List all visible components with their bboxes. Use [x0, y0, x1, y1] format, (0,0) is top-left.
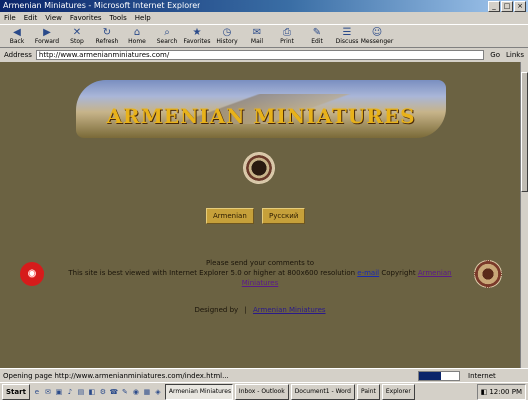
- quick-launch-app8-icon[interactable]: ☎: [109, 386, 119, 398]
- favorites-icon: ★: [192, 27, 202, 38]
- tray-icon[interactable]: ◧: [481, 388, 488, 396]
- discuss-icon: ☰: [342, 27, 352, 38]
- progress-fill: [419, 371, 441, 380]
- title-bar: Armenian Miniatures - Microsoft Internet…: [0, 0, 528, 12]
- banner-title: ARMENIAN MINIATURES: [106, 104, 416, 128]
- medallion-icon[interactable]: [243, 152, 275, 184]
- stop-button[interactable]: ✕ Stop: [64, 26, 90, 46]
- menu-file[interactable]: File: [4, 12, 16, 24]
- search-button[interactable]: ⌕ Search: [154, 26, 180, 46]
- menu-favorites[interactable]: Favorites: [70, 12, 102, 24]
- taskbar-item-browser[interactable]: Armenian Miniatures: [164, 383, 233, 400]
- messenger-button[interactable]: ☺ Messenger: [361, 26, 394, 46]
- system-tray: ◧ 12:00 PM: [476, 383, 526, 400]
- address-input[interactable]: [35, 50, 485, 60]
- taskbar-item-word[interactable]: Document1 - Word: [290, 383, 355, 400]
- stop-icon: ✕: [72, 27, 82, 38]
- taskbar: Start e ✉ ▣ ♪ ▤ ◧ ⚙ ☎ ✎ ◉ ▦ ◈ Armenian M…: [0, 382, 528, 400]
- search-icon: ⌕: [164, 27, 170, 38]
- links-button[interactable]: Links: [506, 51, 524, 59]
- counter-badge-icon[interactable]: ◉: [20, 262, 44, 286]
- back-button[interactable]: ◀ Back: [4, 26, 30, 46]
- close-button[interactable]: ×: [514, 0, 526, 12]
- window-controls: _ □ ×: [488, 0, 528, 12]
- page-viewport: ARMENIAN MINIATURES Armenian Русский ◉ P…: [0, 62, 520, 368]
- footer-left: Designed by: [194, 306, 239, 314]
- refresh-icon: ↻: [102, 27, 112, 38]
- status-text: Opening page http://www.armenianminiatur…: [3, 371, 229, 380]
- menu-tools[interactable]: Tools: [110, 12, 127, 24]
- edit-button[interactable]: ✎ Edit: [304, 26, 330, 46]
- minimize-button[interactable]: _: [488, 0, 500, 12]
- menu-help[interactable]: Help: [135, 12, 151, 24]
- print-button[interactable]: ⎙ Print: [274, 26, 300, 46]
- taskbar-item-explorer[interactable]: Explorer: [381, 383, 415, 400]
- toolbar: ◀ Back ▶ Forward ✕ Stop ↻ Refresh ⌂ Home ⌕ Sea…: [0, 24, 528, 48]
- info-line-1: Please send your comments to: [205, 259, 315, 267]
- quick-launch: e ✉ ▣ ♪ ▤ ◧ ⚙ ☎ ✎ ◉ ▦ ◈: [32, 386, 163, 398]
- history-icon: ◷: [222, 27, 232, 38]
- site-banner: ARMENIAN MINIATURES: [76, 80, 446, 138]
- refresh-button[interactable]: ↻ Refresh: [94, 26, 120, 46]
- address-bar: Address Go Links: [0, 48, 528, 62]
- edit-icon: ✎: [312, 27, 322, 38]
- clock: 12:00 PM: [489, 387, 522, 396]
- browser-window: Armenian Miniatures - Microsoft Internet…: [0, 0, 528, 400]
- nav-button-russian[interactable]: Русский: [262, 208, 306, 224]
- scrollbar-thumb[interactable]: [521, 72, 528, 192]
- nav-button-armenian[interactable]: Armenian: [206, 208, 254, 224]
- discuss-button[interactable]: ☰ Discuss: [334, 26, 360, 46]
- quick-launch-mail-icon[interactable]: ✉: [43, 386, 53, 398]
- emblem-icon[interactable]: [474, 260, 502, 288]
- window-title: Armenian Miniatures - Microsoft Internet…: [3, 1, 201, 10]
- footer-right-link[interactable]: Armenian Miniatures: [253, 306, 326, 314]
- mail-button[interactable]: ✉ Mail: [244, 26, 270, 46]
- print-icon: ⎙: [283, 27, 291, 38]
- quick-launch-desktop-icon[interactable]: ▣: [54, 386, 64, 398]
- menu-bar: File Edit View Favorites Tools Help: [0, 12, 528, 24]
- vertical-scrollbar[interactable]: [520, 62, 528, 368]
- forward-button[interactable]: ▶ Forward: [34, 26, 60, 46]
- taskbar-item-outlook[interactable]: Inbox - Outlook: [234, 383, 289, 400]
- address-label: Address: [4, 51, 32, 59]
- forward-arrow-icon: ▶: [43, 27, 51, 38]
- favorites-button[interactable]: ★ Favorites: [183, 26, 210, 46]
- menu-view[interactable]: View: [45, 12, 62, 24]
- back-arrow-icon: ◀: [13, 27, 21, 38]
- start-button[interactable]: Start: [2, 383, 30, 400]
- quick-launch-app6-icon[interactable]: ◧: [87, 386, 97, 398]
- email-link[interactable]: e-mail: [357, 269, 379, 277]
- home-icon: ⌂: [133, 27, 141, 38]
- info-block: Please send your comments to This site i…: [60, 258, 460, 288]
- security-zone: Internet: [468, 371, 496, 380]
- progress-bar: [418, 370, 460, 381]
- quick-launch-app10-icon[interactable]: ◉: [131, 386, 141, 398]
- quick-launch-app5-icon[interactable]: ▤: [76, 386, 86, 398]
- quick-launch-app11-icon[interactable]: ▦: [142, 386, 152, 398]
- history-button[interactable]: ◷ History: [214, 26, 240, 46]
- quick-launch-app7-icon[interactable]: ⚙: [98, 386, 108, 398]
- menu-edit[interactable]: Edit: [24, 12, 38, 24]
- status-bar: Opening page http://www.armenianminiatur…: [0, 368, 528, 382]
- quick-launch-app9-icon[interactable]: ✎: [120, 386, 130, 398]
- home-button[interactable]: ⌂ Home: [124, 26, 150, 46]
- messenger-icon: ☺: [371, 27, 383, 38]
- mail-icon: ✉: [252, 27, 262, 38]
- info-line-2: This site is best viewed with Internet E…: [68, 269, 452, 287]
- maximize-button[interactable]: □: [501, 0, 513, 12]
- taskbar-item-paint[interactable]: Paint: [357, 383, 380, 400]
- footer-links: Designed by | Armenian Miniatures: [194, 306, 326, 314]
- quick-launch-ie-icon[interactable]: e: [32, 386, 42, 398]
- go-button[interactable]: Go: [488, 51, 502, 59]
- quick-launch-app12-icon[interactable]: ◈: [153, 386, 163, 398]
- quick-launch-media-icon[interactable]: ♪: [65, 386, 75, 398]
